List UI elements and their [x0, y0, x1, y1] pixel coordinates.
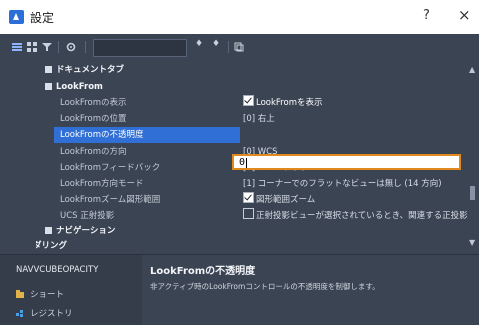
- opacity-value-input[interactable]: 0: [232, 154, 461, 170]
- next-match-icon[interactable]: ♦: [212, 39, 220, 49]
- search-input[interactable]: [93, 39, 187, 57]
- tree-row[interactable]: LookFromの位置 [0] 右上: [36, 111, 467, 127]
- tree-category-rendering[interactable]: レンダリング: [36, 238, 467, 252]
- vertical-scrollbar[interactable]: ▲ ▼: [468, 62, 477, 252]
- previous-match-icon[interactable]: ♦: [195, 39, 203, 49]
- text-caret: [246, 158, 247, 168]
- details-sidebar: NAVVCUBEOPACITY ショート レジストリ: [0, 255, 142, 325]
- tree-row[interactable]: UCS 正射投影 正射投影ビューが選択されているとき、関連する正投影: [36, 208, 467, 224]
- registry-link[interactable]: レジストリ: [16, 307, 73, 319]
- grid-view-icon[interactable]: [27, 42, 37, 52]
- app-icon: [9, 10, 24, 24]
- title-bar: 設定 ? ×: [0, 0, 479, 34]
- details-description: 非アクティブ時のLookFromコントロールの不透明度を制御します。: [150, 282, 380, 291]
- details-title: LookFromの不透明度: [150, 266, 256, 277]
- expand-icon[interactable]: [45, 66, 52, 73]
- expand-icon[interactable]: [45, 227, 52, 234]
- settings-window: 設定 ? × ♦ ♦ ドキュメントタブ LookFrom LookFromの表示…: [0, 0, 479, 325]
- toolbar-separator: [228, 41, 229, 53]
- close-button[interactable]: ×: [458, 6, 471, 24]
- checkbox-checked[interactable]: [243, 95, 254, 106]
- window-title: 設定: [30, 11, 55, 25]
- scroll-thumb[interactable]: [470, 186, 475, 200]
- shortcut-icon: [16, 290, 24, 298]
- list-view-icon[interactable]: [12, 42, 22, 52]
- checkbox-checked[interactable]: [243, 192, 254, 203]
- tree-category-documenttab[interactable]: ドキュメントタブ: [36, 62, 467, 78]
- help-button[interactable]: ?: [423, 8, 430, 23]
- collapse-icon[interactable]: [45, 83, 52, 90]
- shortcut-link[interactable]: ショート: [16, 288, 64, 300]
- tree-row[interactable]: LookFromズーム図形範囲 図形範囲ズーム: [36, 192, 467, 208]
- toolbar-separator: [85, 41, 86, 53]
- settings-icon[interactable]: [66, 42, 76, 52]
- tree-row[interactable]: LookFromの表示 LookFromを表示: [36, 95, 467, 111]
- scroll-down-icon[interactable]: ▼: [469, 238, 475, 247]
- variable-name: NAVVCUBEOPACITY: [16, 265, 99, 275]
- copy-icon[interactable]: [234, 42, 244, 52]
- tree-row[interactable]: LookFrom方向モード [1] コーナーでのフラットなビューは無し (14 …: [36, 176, 467, 192]
- toolbar-separator: [58, 41, 59, 53]
- tree-row-selected[interactable]: LookFromの不透明度: [36, 127, 467, 143]
- tree-category-navigation[interactable]: ナビゲーション: [36, 223, 467, 239]
- toolbar: ♦ ♦: [0, 34, 479, 60]
- details-panel: LookFromの不透明度 非アクティブ時のLookFromコントロールの不透明…: [142, 255, 479, 325]
- registry-icon: [16, 310, 23, 317]
- filter-icon[interactable]: [42, 42, 52, 52]
- scroll-up-icon[interactable]: ▲: [469, 65, 475, 74]
- checkbox-unchecked[interactable]: [243, 208, 254, 219]
- tree-category-lookfrom[interactable]: LookFrom: [36, 79, 467, 95]
